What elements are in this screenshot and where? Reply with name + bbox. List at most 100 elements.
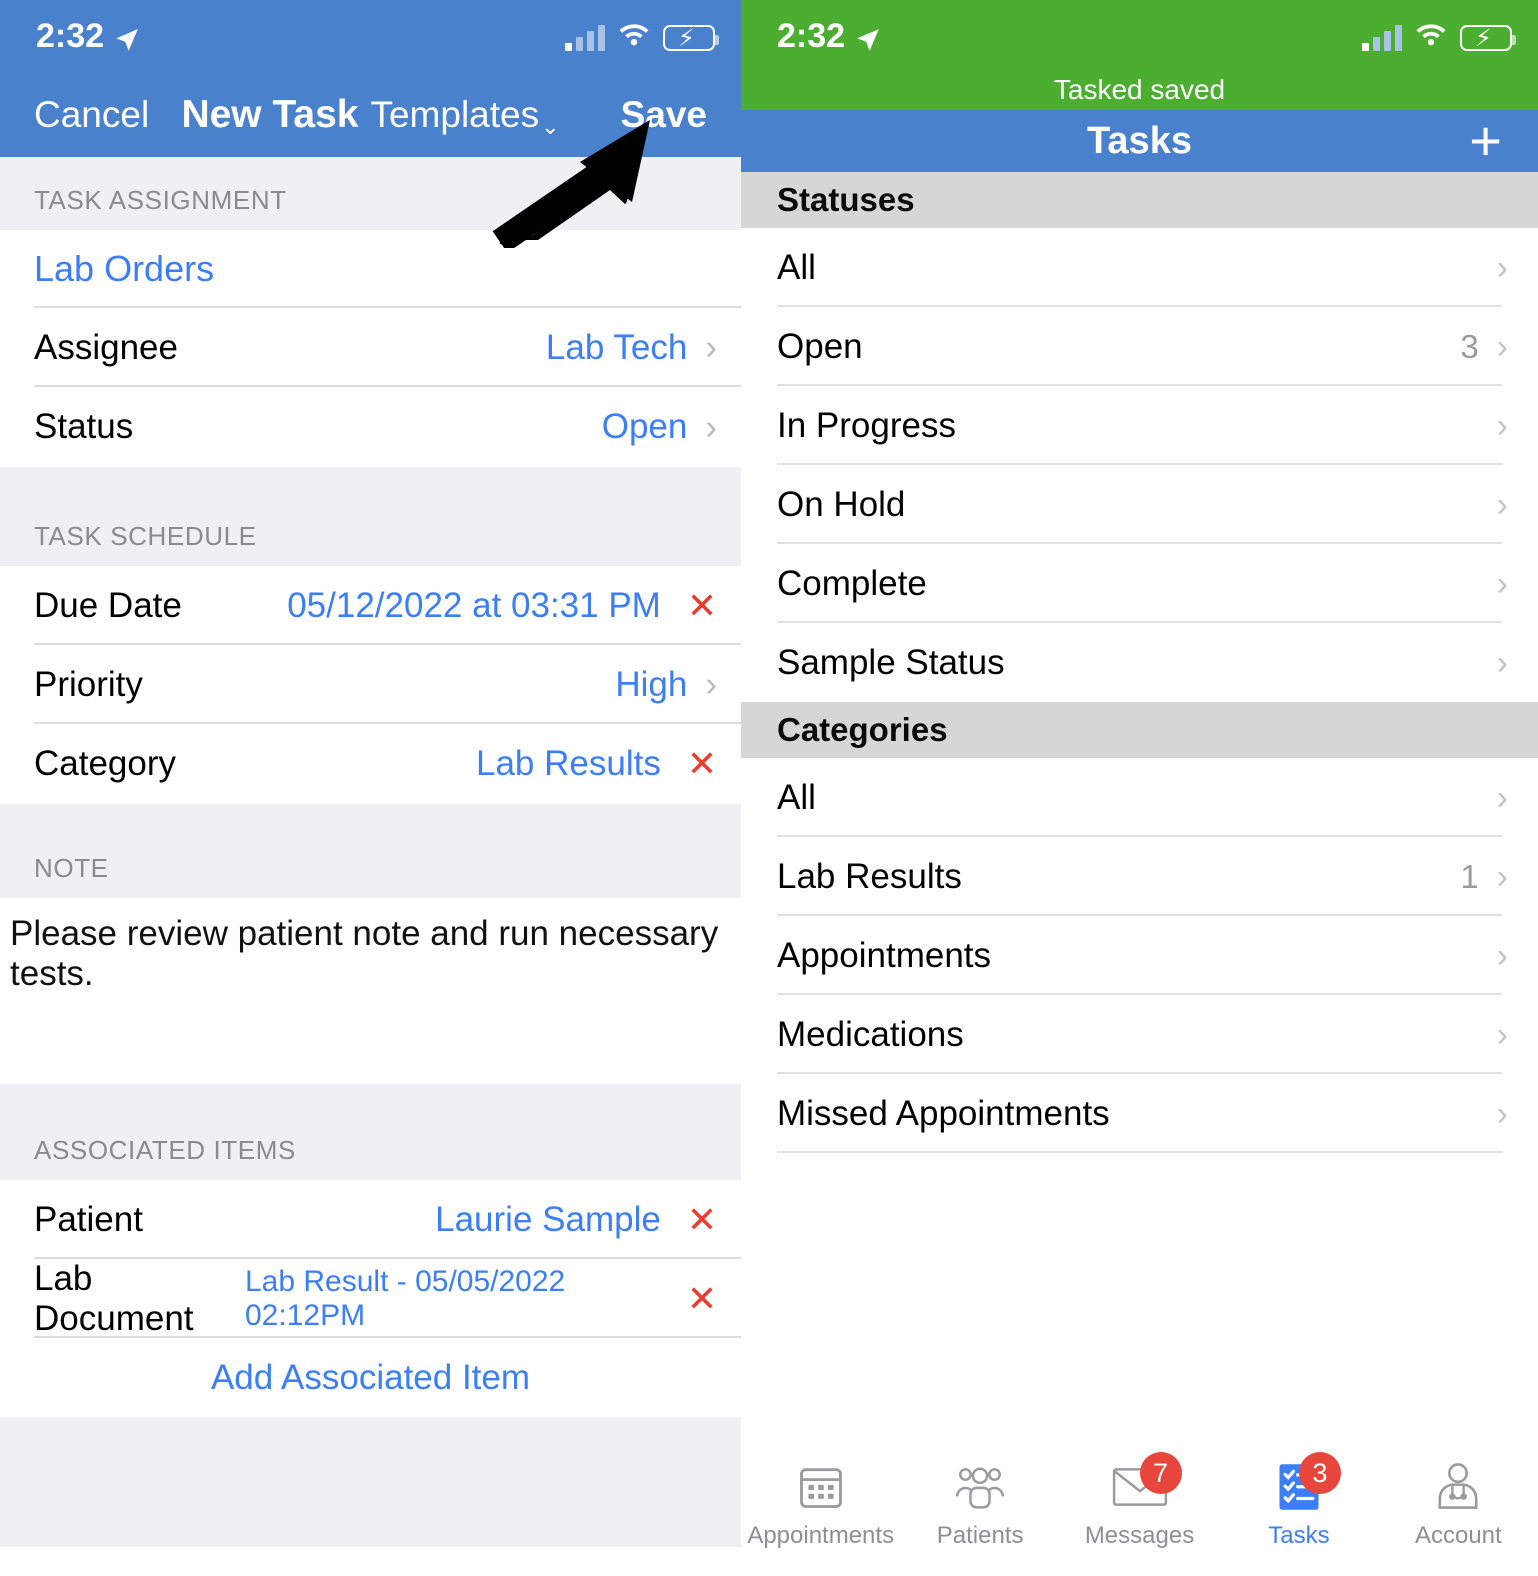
clear-due-date-icon[interactable]: ✕ (687, 587, 717, 624)
templates-label: Templates (370, 93, 540, 135)
lab-document-label: Lab Document (34, 1258, 194, 1338)
tab-account[interactable]: Account (1379, 1458, 1538, 1550)
row-assignee[interactable]: Assignee Lab Tech › (0, 308, 741, 387)
patient-label: Patient (34, 1199, 143, 1239)
cancel-button[interactable]: Cancel (34, 94, 149, 136)
note-text: Please review patient note and run neces… (10, 914, 719, 993)
tab-messages[interactable]: 7 Messages (1060, 1452, 1219, 1550)
chevron-right-icon: › (1496, 1094, 1508, 1133)
battery-charging-icon: ⚡ (1460, 25, 1516, 52)
status-label: Status (34, 407, 134, 446)
cellular-signal-icon (565, 25, 605, 51)
location-arrow-icon (114, 23, 140, 51)
status-row-all[interactable]: All › (741, 228, 1538, 307)
lab-document-value: Lab Result - 05/05/2022 02:12PM (245, 1264, 566, 1332)
clear-category-icon[interactable]: ✕ (687, 746, 717, 782)
section-header-note: NOTE (0, 804, 741, 898)
chevron-right-icon: › (1496, 564, 1508, 603)
status-row-on-hold[interactable]: On Hold › (741, 465, 1538, 544)
priority-value: High (615, 664, 688, 704)
row-lab-document[interactable]: Lab Document Lab Result - 05/05/2022 02:… (0, 1259, 741, 1338)
category-row-appointments[interactable]: Appointments › (741, 916, 1538, 995)
chevron-right-icon: › (705, 665, 717, 704)
tab-label: Appointments (747, 1522, 895, 1549)
right-navigation-bar: Tasks + (741, 110, 1538, 172)
tasks-badge: 3 (1298, 1452, 1341, 1494)
clear-patient-icon[interactable]: ✕ (687, 1201, 717, 1238)
plus-icon[interactable]: + (1469, 113, 1502, 169)
page-title: New Task (181, 92, 359, 136)
tasks-page-title: Tasks (1087, 119, 1192, 162)
status-row-label: Sample Status (777, 642, 1005, 682)
status-row-count: 3 (1460, 327, 1479, 365)
status-bar-time-group: 2:32 (36, 17, 140, 56)
bottom-tab-bar: Appointments Patients 7 Messages 3 Tasks… (741, 1440, 1538, 1576)
status-bar-indicators: ⚡ (1362, 21, 1516, 52)
category-row-label: All (777, 777, 816, 817)
chevron-right-icon: › (705, 407, 717, 447)
tab-appointments[interactable]: Appointments (741, 1458, 900, 1550)
status-row-label: On Hold (777, 484, 906, 524)
category-row-label: Lab Results (777, 856, 962, 896)
status-row-in-progress[interactable]: In Progress › (741, 386, 1538, 465)
assignee-value: Lab Tech (545, 327, 688, 367)
bottom-spacer (0, 1417, 741, 1547)
category-row-lab-results[interactable]: Lab Results 1 › (741, 837, 1538, 916)
assignee-label: Assignee (34, 327, 178, 367)
chevron-right-icon: › (1496, 406, 1508, 445)
section-header-associated-items: ASSOCIATED ITEMS (0, 1084, 741, 1180)
left-phone-new-task-screen: 2:32 ⚡ Cancel New Task Templates ⌄ Save … (0, 0, 741, 1576)
row-lab-orders[interactable]: Lab Orders (0, 230, 741, 308)
status-row-label: All (777, 247, 816, 287)
note-field[interactable]: Please review patient note and run neces… (0, 898, 741, 1084)
tab-label: Account (1414, 1522, 1502, 1549)
chevron-right-icon: › (1496, 778, 1508, 817)
left-blue-header: 2:32 ⚡ Cancel New Task Templates ⌄ Save (0, 0, 741, 157)
row-due-date[interactable]: Due Date 05/12/2022 at 03:31 PM ✕ (0, 566, 741, 645)
clear-lab-document-icon[interactable]: ✕ (687, 1280, 717, 1317)
category-row-missed-appointments[interactable]: Missed Appointments › (741, 1074, 1538, 1153)
status-row-label: Complete (777, 563, 927, 603)
status-bar-time: 2:32 (36, 16, 105, 55)
row-category[interactable]: Category Lab Results ✕ (0, 724, 741, 804)
patient-value: Laurie Sample (435, 1199, 661, 1239)
row-status[interactable]: Status Open › (0, 387, 741, 467)
row-patient[interactable]: Patient Laurie Sample ✕ (0, 1180, 741, 1259)
toast-message: Tasked saved (1053, 74, 1226, 105)
save-button[interactable]: Save (621, 94, 707, 136)
category-value: Lab Results (476, 744, 661, 783)
category-row-all[interactable]: All › (741, 758, 1538, 837)
section-header-task-schedule: TASK SCHEDULE (0, 467, 741, 566)
chevron-right-icon: › (1496, 248, 1508, 287)
status-row-sample-status[interactable]: Sample Status › (741, 623, 1538, 702)
chevron-right-icon: › (1496, 936, 1508, 975)
status-row-label: In Progress (777, 405, 956, 445)
add-associated-item-button[interactable]: Add Associated Item (0, 1338, 741, 1417)
row-priority[interactable]: Priority High › (0, 645, 741, 724)
chevron-right-icon: › (1496, 857, 1508, 896)
battery-charging-icon: ⚡ (663, 25, 719, 52)
priority-label: Priority (34, 664, 143, 704)
status-row-complete[interactable]: Complete › (741, 544, 1538, 623)
tab-patients[interactable]: Patients (900, 1458, 1059, 1550)
group-header-statuses: Statuses (741, 172, 1538, 228)
status-row-open[interactable]: Open 3 › (741, 307, 1538, 386)
tab-label: Messages (1084, 1522, 1195, 1549)
chevron-right-icon: › (1496, 643, 1508, 682)
chevron-right-icon: › (1496, 327, 1508, 366)
tab-label: Patients (936, 1522, 1024, 1549)
due-date-value: 05/12/2022 at 03:31 PM (287, 585, 661, 625)
group-header-categories: Categories (741, 702, 1538, 758)
templates-dropdown[interactable]: Templates ⌄ (370, 93, 559, 139)
category-row-medications[interactable]: Medications › (741, 995, 1538, 1074)
status-bar-time: 2:32 (777, 16, 846, 55)
chevron-right-icon: › (1496, 485, 1508, 524)
category-row-count: 1 (1460, 857, 1479, 895)
toast-banner: 2:32 ⚡ Tasked saved (741, 0, 1538, 110)
status-row-label: Open (777, 326, 863, 366)
lab-orders-link[interactable]: Lab Orders (34, 248, 214, 290)
tab-tasks[interactable]: 3 Tasks (1219, 1452, 1378, 1550)
calendar-icon (789, 1458, 853, 1516)
category-row-label: Appointments (777, 935, 992, 975)
messages-badge: 7 (1139, 1452, 1182, 1494)
